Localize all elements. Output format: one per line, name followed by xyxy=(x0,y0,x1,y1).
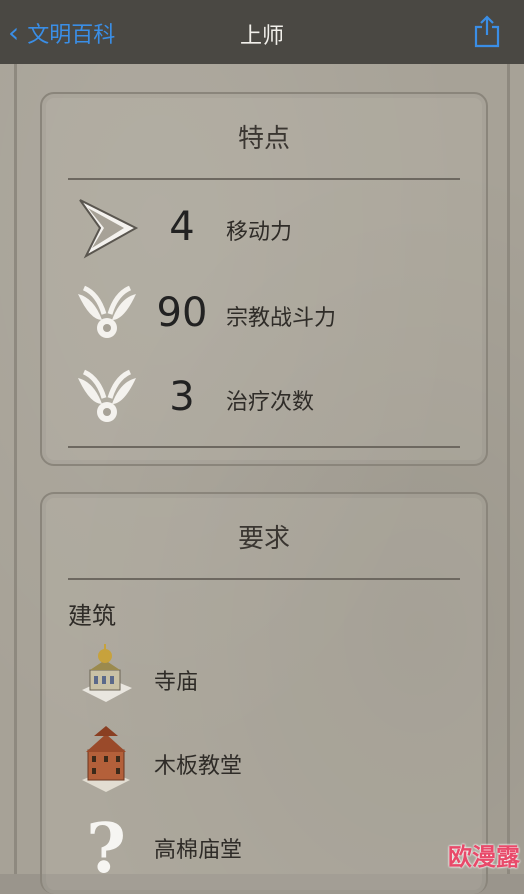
content-page[interactable]: 特点 4 移动力 90 宗教战斗力 3 治疗次数 要求 建筑 寺庙 木板教堂 ?… xyxy=(0,64,524,894)
stat-row-movement: 4 移动力 xyxy=(42,192,486,262)
requirement-label: 木板教堂 xyxy=(154,754,243,779)
stat-row-religious-strength: 90 宗教战斗力 xyxy=(42,278,486,348)
stat-label: 宗教战斗力 xyxy=(226,306,337,331)
divider xyxy=(68,178,460,180)
religious-wings-icon xyxy=(78,285,136,338)
stat-label: 移动力 xyxy=(226,220,293,245)
requirement-item-wooden-church[interactable]: 木板教堂 xyxy=(42,722,486,802)
stat-label: 治疗次数 xyxy=(226,390,315,415)
features-panel: 特点 4 移动力 90 宗教战斗力 3 治疗次数 xyxy=(40,92,488,466)
share-icon[interactable] xyxy=(472,14,502,48)
page-title: 上师 xyxy=(239,24,284,49)
stat-value: 3 xyxy=(169,374,195,420)
wooden-church-icon xyxy=(82,726,130,792)
buildings-heading: 建筑 xyxy=(68,602,116,630)
divider xyxy=(68,578,460,580)
navigation-bar: ‹ 文明百科 上师 xyxy=(0,0,524,64)
requirements-title: 要求 xyxy=(237,524,290,554)
stat-value: 90 xyxy=(156,290,208,336)
svg-text:?: ? xyxy=(86,809,126,880)
requirement-item-temple[interactable]: 寺庙 xyxy=(42,638,486,718)
features-title: 特点 xyxy=(237,124,290,154)
religious-wings-icon xyxy=(78,369,136,422)
requirement-label: 寺庙 xyxy=(154,670,199,695)
decorative-rail-right xyxy=(507,64,510,874)
divider xyxy=(68,446,460,448)
movement-arrow-icon xyxy=(79,199,139,259)
decorative-rail-left xyxy=(14,64,17,874)
stat-row-heal-charges: 3 治疗次数 xyxy=(42,362,486,432)
watermark-text: 欧漫露 xyxy=(448,843,520,871)
temple-building-icon xyxy=(82,644,132,702)
requirements-panel: 要求 建筑 寺庙 木板教堂 ? 高棉庙堂 xyxy=(40,492,488,894)
stat-value: 4 xyxy=(169,204,195,250)
requirement-item-khmer-temple[interactable]: ? 高棉庙堂 xyxy=(42,806,486,886)
requirement-label: 高棉庙堂 xyxy=(154,838,243,863)
question-mark-icon: ? xyxy=(86,809,126,880)
